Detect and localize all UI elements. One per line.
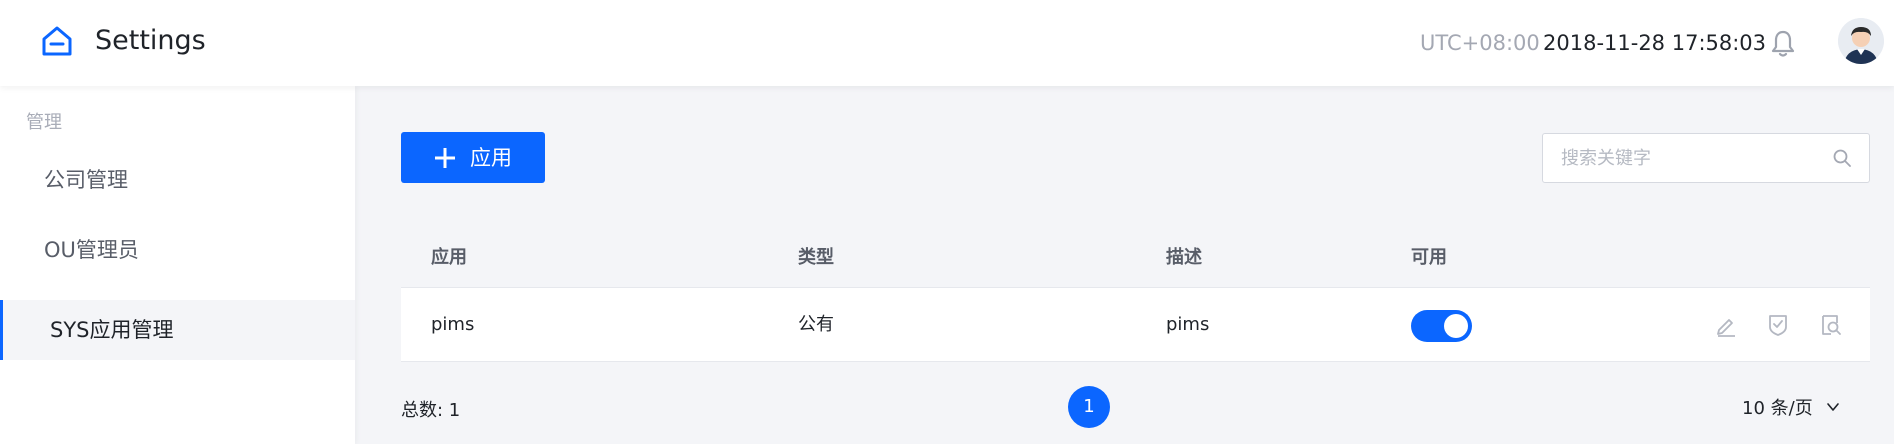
table-header: 应用 类型 描述 可用 xyxy=(401,228,1870,288)
cell-app: pims xyxy=(431,314,475,335)
sidebar-item-company[interactable]: 公司管理 xyxy=(0,150,355,210)
top-bar: Settings UTC+08:00 2018-11-28 17:58:03 xyxy=(0,0,1894,86)
add-app-button[interactable]: 应用 xyxy=(401,132,545,183)
sidebar-item-sys-app[interactable]: SYS应用管理 xyxy=(0,300,355,360)
search-doc-icon[interactable] xyxy=(1819,313,1843,337)
edit-icon[interactable] xyxy=(1714,313,1738,337)
sidebar-item-ou-admin[interactable]: OU管理员 xyxy=(0,220,355,280)
app-title: Settings xyxy=(95,25,206,56)
search-icon[interactable] xyxy=(1833,149,1851,167)
total-count: 总数: 1 xyxy=(401,400,461,421)
page-size-select[interactable]: 10 条/页 xyxy=(1742,394,1841,420)
search-box xyxy=(1542,133,1870,183)
add-app-label: 应用 xyxy=(470,145,512,170)
enabled-toggle[interactable] xyxy=(1411,310,1472,342)
search-input[interactable] xyxy=(1561,134,1821,182)
column-header-enabled: 可用 xyxy=(1411,247,1447,268)
column-header-description: 描述 xyxy=(1166,247,1202,268)
timezone-label: UTC+08:00 xyxy=(1420,31,1540,55)
shield-check-icon[interactable] xyxy=(1766,313,1790,337)
sidebar: 管理 公司管理 OU管理员 SYS应用管理 xyxy=(0,86,355,444)
page-size-label: 10 条/页 xyxy=(1742,398,1813,419)
apps-table: 应用 类型 描述 可用 pims 公有 pims xyxy=(401,228,1870,362)
home-icon[interactable] xyxy=(40,24,74,58)
pagination-page-1[interactable]: 1 xyxy=(1068,386,1110,428)
sidebar-group-label: 管理 xyxy=(26,112,62,133)
plus-icon xyxy=(435,147,455,168)
user-avatar-icon xyxy=(1838,18,1884,64)
cell-description: pims xyxy=(1166,314,1210,335)
toggle-knob xyxy=(1444,314,1468,338)
avatar[interactable] xyxy=(1838,18,1884,64)
cell-type: 公有 xyxy=(798,314,834,335)
table-row: pims 公有 pims xyxy=(401,288,1870,362)
bell-icon[interactable] xyxy=(1770,28,1796,58)
current-datetime: 2018-11-28 17:58:03 xyxy=(1543,31,1767,55)
chevron-down-icon xyxy=(1826,403,1839,411)
column-header-app: 应用 xyxy=(431,247,467,268)
column-header-type: 类型 xyxy=(798,247,834,268)
